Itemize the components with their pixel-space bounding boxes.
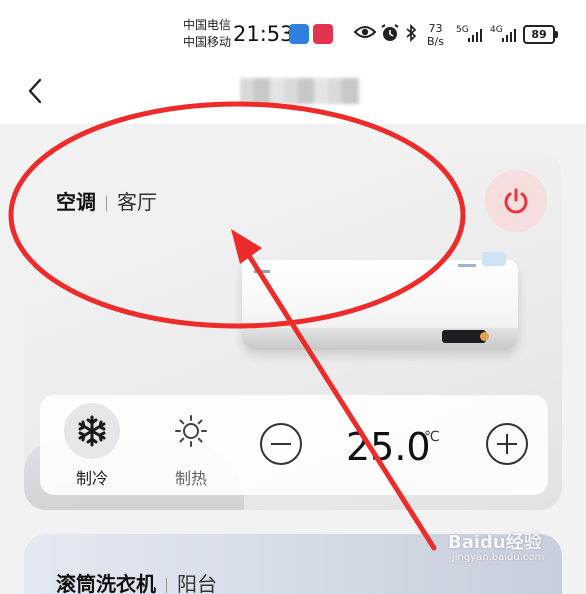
signal-2-bars-icon [502,26,516,42]
temperature-unit: ℃ [424,429,440,445]
device-card-title: 空调 客厅 [56,186,157,215]
page-title-obscured [240,78,360,104]
alarm-icon [380,24,400,46]
watermark-sub: jingyan.baidu.com [452,552,545,563]
chevron-left-icon [28,78,42,104]
network-speed: 73 B/s [427,22,444,48]
app-notification-icon [289,24,309,44]
back-button[interactable] [22,74,52,108]
control-panel: 制冷 制热 25.0 ℃ [40,395,548,495]
watermark-main: Baidu经验 [448,532,542,553]
network-speed-value: 73 [428,22,443,35]
carrier-1-label: 中国电信 [183,18,232,32]
battery-indicator: 89 [523,25,558,44]
status-bar: 中国电信 中国移动 21:53 73 B/s 5G 4G 89 [0,0,586,60]
device-room: 客厅 [117,190,157,214]
air-conditioner-image [242,252,520,356]
eye-icon [353,24,377,44]
snowflake-icon [64,403,120,459]
temperature-increase-button[interactable] [486,423,528,465]
signal-1-label: 5G [456,25,469,35]
app-notification-icon-2 [313,24,333,44]
watermark: Baidu经验 jingyan.baidu.com [448,528,560,568]
signal-1-bars-icon [468,26,482,42]
title-separator [106,196,107,211]
carrier-labels: 中国电信 中国移动 [183,17,231,51]
mode-heat-button[interactable]: 制热 [161,403,221,489]
device-card-2-title: 滚筒洗衣机 阳台 [56,568,217,594]
title-separator-2 [166,578,167,593]
sun-icon [163,403,219,459]
bluetooth-icon [404,23,418,46]
device-name: 空调 [56,190,96,214]
power-button[interactable] [485,170,547,232]
temperature-decrease-button[interactable] [260,423,302,465]
page-header [0,60,586,124]
clock: 21:53 [233,22,294,46]
signal-2-label: 4G [490,25,503,35]
mode-cool-button[interactable]: 制冷 [62,403,122,489]
mode-heat-label: 制热 [174,469,207,488]
carrier-2-label: 中国移动 [183,35,232,49]
power-icon [504,188,528,214]
device-card-air-conditioner[interactable]: 空调 客厅 制冷 制热 25.0 ℃ [24,152,562,510]
device-2-name: 滚筒洗衣机 [56,572,156,594]
temperature-value: 25.0 [346,425,431,469]
network-speed-unit: B/s [427,35,444,48]
mode-cool-label: 制冷 [75,469,108,488]
device-2-room: 阳台 [177,572,217,594]
